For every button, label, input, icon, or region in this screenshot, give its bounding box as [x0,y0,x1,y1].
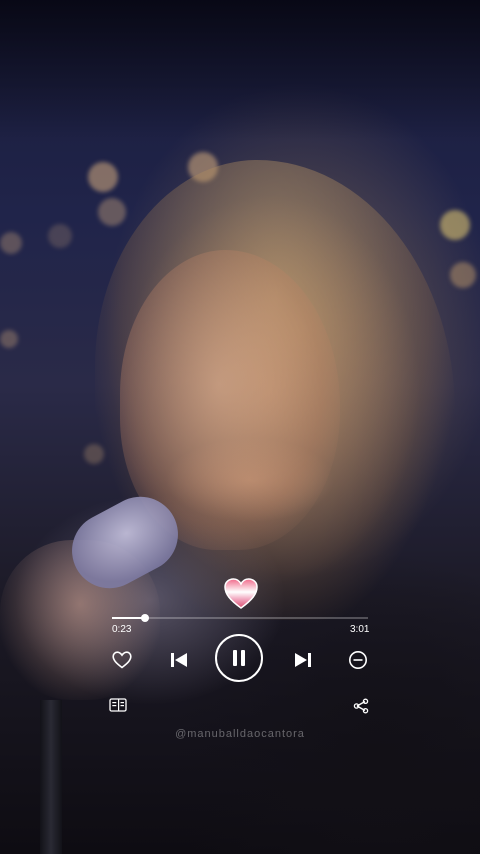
remove-button[interactable] [346,648,370,672]
next-button[interactable] [290,647,316,673]
bokeh-light [0,232,22,254]
bokeh-light [0,330,18,348]
video-screen: 0:23 3:01 @manuballdaocantora [0,0,480,854]
skip-next-icon [295,653,311,667]
share-icon [353,698,369,714]
progress-bar[interactable] [112,614,368,622]
bokeh-light [440,210,470,240]
lyrics-icon [109,698,127,712]
total-time: 3:01 [350,624,370,635]
heart-outline-icon [112,651,132,669]
pause-button[interactable] [215,634,263,682]
progress-thumb[interactable] [140,614,149,622]
lyrics-button[interactable] [108,696,128,714]
top-shade [0,0,480,140]
bokeh-light [98,198,126,226]
like-button[interactable] [110,648,134,672]
share-button[interactable] [352,697,370,715]
skip-previous-icon [171,653,187,667]
bokeh-light [450,262,476,288]
minus-circle-icon [349,651,367,669]
heart-sticker-icon [224,578,258,610]
bokeh-light [48,224,72,248]
elapsed-time: 0:23 [112,624,132,635]
previous-button[interactable] [166,647,192,673]
pause-icon [233,650,245,666]
progress-fill [112,617,145,619]
bokeh-light [88,162,118,192]
watermark-text: @manuballdaocantora [175,728,305,740]
microphone-stand [40,700,62,854]
